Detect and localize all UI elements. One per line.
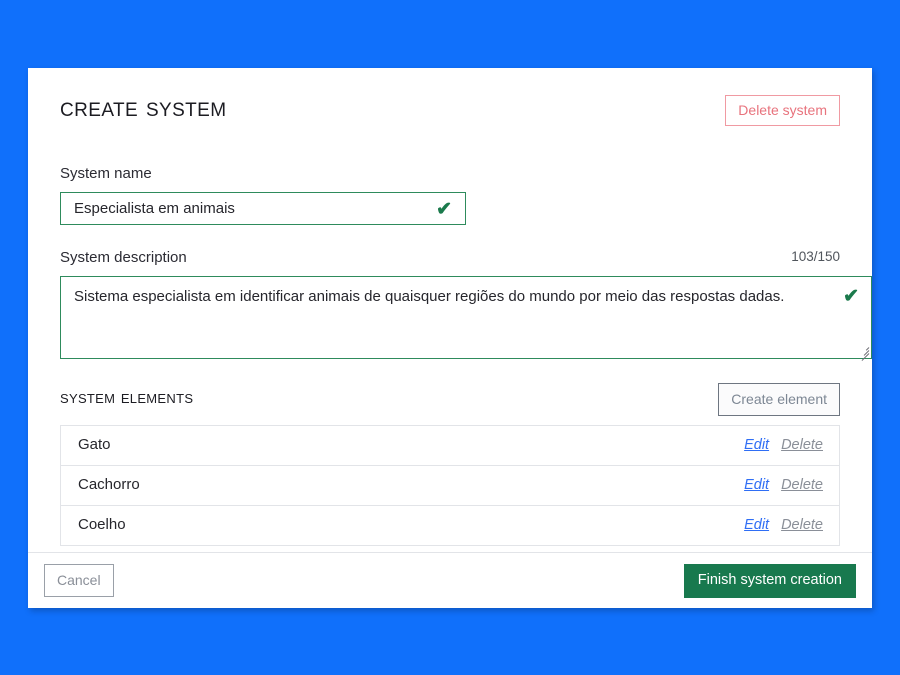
table-row: Cachorro Edit Delete	[61, 466, 839, 506]
row-actions: Edit Delete	[744, 477, 823, 493]
edit-element-link[interactable]: Edit	[744, 477, 769, 493]
row-actions: Edit Delete	[744, 517, 823, 533]
create-system-card: Create system Delete system System name …	[28, 68, 872, 608]
description-character-counter: 103/150	[791, 249, 840, 264]
system-name-label: System name	[60, 165, 152, 182]
system-elements-list: Gato Edit Delete Cachorro Edit Delete Coel…	[60, 425, 840, 546]
system-description-field: System description 103/150 ✔	[60, 249, 872, 361]
system-name-field: System name ✔	[60, 166, 840, 225]
element-name: Cachorro	[78, 476, 140, 493]
app-background: Create system Delete system System name …	[0, 0, 900, 675]
system-name-input[interactable]	[61, 193, 465, 224]
row-actions: Edit Delete	[744, 437, 823, 453]
table-row: Coelho Edit Delete	[61, 506, 839, 545]
delete-element-link[interactable]: Delete	[781, 517, 823, 533]
page-title: Create system	[60, 92, 227, 122]
element-name: Coelho	[78, 516, 126, 533]
create-element-button[interactable]: Create element	[718, 383, 840, 416]
description-valid-check-icon: ✔	[843, 286, 859, 307]
delete-system-button[interactable]: Delete system	[725, 95, 840, 126]
delete-element-link[interactable]: Delete	[781, 477, 823, 493]
edit-element-link[interactable]: Edit	[744, 517, 769, 533]
delete-element-link[interactable]: Delete	[781, 437, 823, 453]
edit-element-link[interactable]: Edit	[744, 437, 769, 453]
system-elements-header: System elements Create element	[60, 383, 840, 420]
system-name-input-wrap[interactable]: ✔	[60, 192, 466, 225]
card-body: Create system Delete system System name …	[28, 68, 872, 553]
finish-system-creation-button[interactable]: Finish system creation	[683, 564, 856, 598]
element-name: Gato	[78, 436, 111, 453]
card-header: Create system Delete system	[44, 68, 856, 142]
system-elements-title: System elements	[60, 387, 194, 408]
system-description-textarea[interactable]	[61, 277, 871, 358]
cancel-button[interactable]: Cancel	[44, 564, 114, 597]
card-footer: Cancel Finish system creation	[28, 552, 872, 608]
system-description-label: System description	[60, 249, 187, 266]
system-description-input-wrap[interactable]: ✔	[60, 276, 872, 361]
table-row: Gato Edit Delete	[61, 426, 839, 466]
name-valid-check-icon: ✔	[436, 199, 452, 220]
